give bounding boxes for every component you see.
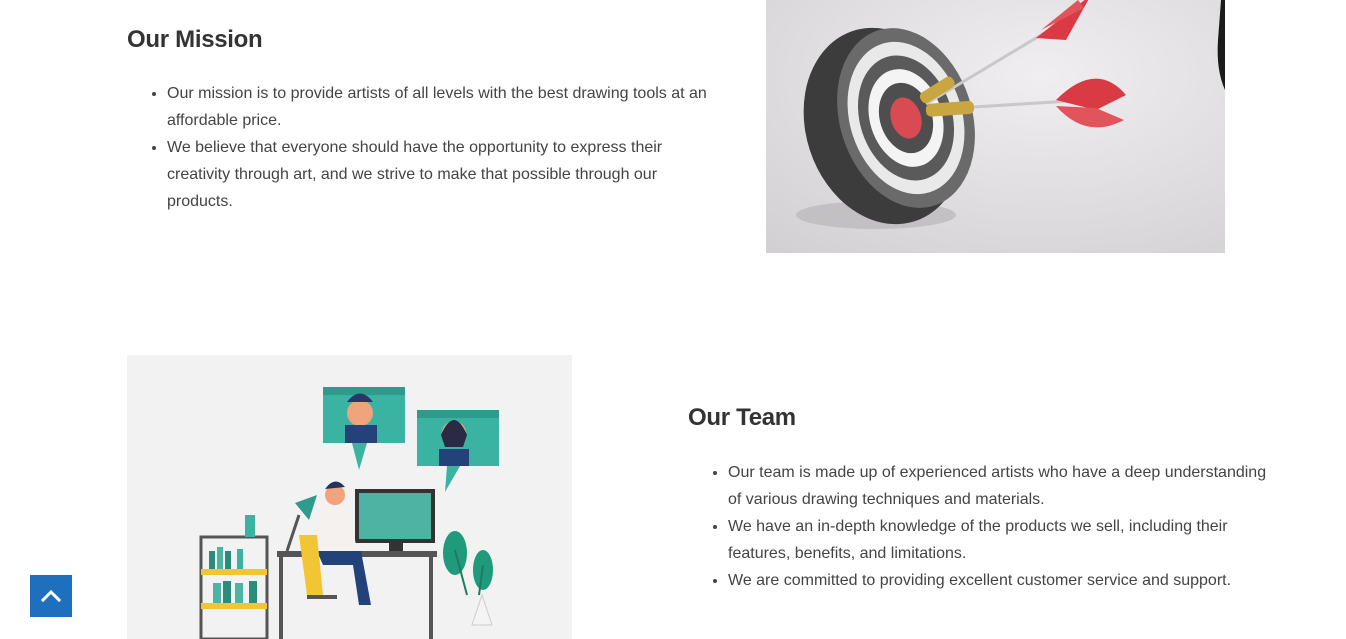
list-item: Our mission is to provide artists of all… bbox=[167, 80, 707, 134]
list-item: We are committed to providing excellent … bbox=[728, 567, 1268, 594]
dartboard-image bbox=[766, 0, 1225, 253]
list-item: Our team is made up of experienced artis… bbox=[728, 459, 1268, 513]
mission-list: Our mission is to provide artists of all… bbox=[127, 80, 707, 215]
team-list: Our team is made up of experienced artis… bbox=[688, 459, 1268, 594]
list-item: We believe that everyone should have the… bbox=[167, 134, 707, 215]
chevron-up-icon bbox=[41, 586, 61, 606]
team-illustration-image bbox=[127, 355, 572, 639]
list-item: We have an in-depth knowledge of the pro… bbox=[728, 513, 1268, 567]
scroll-to-top-button[interactable] bbox=[30, 575, 72, 617]
mission-title: Our Mission bbox=[127, 26, 263, 53]
team-title: Our Team bbox=[688, 404, 796, 431]
